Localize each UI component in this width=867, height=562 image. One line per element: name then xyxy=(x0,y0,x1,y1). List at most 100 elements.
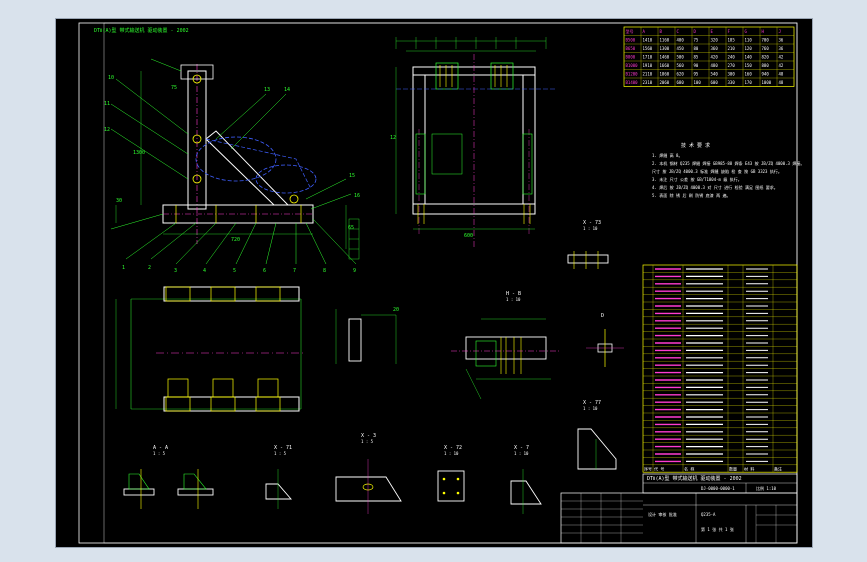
dim-20: 20 xyxy=(393,307,399,313)
param-table-cell: B1400 xyxy=(626,80,639,85)
balloon-6: 6 xyxy=(263,268,266,274)
param-table-cell: 95 xyxy=(694,72,699,77)
parameter-table: 型号 A B C D E F G H J B500 1410 1160 400 75 320 185 110 700… xyxy=(623,26,795,87)
param-table-cell: 240 xyxy=(728,55,736,60)
param-table-cell: B650 xyxy=(626,46,636,51)
cad-drawing: DTⅡ(A)型 带式输送机 驱动装置 - 2002 1300 720 30 65… xyxy=(78,22,804,544)
param-table-cell: B500 xyxy=(626,38,636,43)
param-table-cell: 1860 xyxy=(660,72,670,77)
param-table-header-cell: A xyxy=(643,29,646,34)
outer-frame xyxy=(78,22,798,544)
param-table-cell: 75 xyxy=(694,38,699,43)
section-x71: X - 71 1 : 5 xyxy=(265,445,292,509)
param-table-cell: 160 xyxy=(745,72,753,77)
dim-1300: 1300 xyxy=(133,150,145,156)
param-table-cell: 140 xyxy=(745,55,753,60)
param-table-cell: 620 xyxy=(677,72,685,77)
param-table-cell: 1460 xyxy=(660,55,670,60)
param-table-header-cell: C xyxy=(677,29,680,34)
param-table-header-cell: J xyxy=(779,29,781,34)
param-table-cell: 80 xyxy=(694,46,699,51)
param-table-cell: 1000 xyxy=(762,80,772,85)
param-table-cell: 1560 xyxy=(643,46,653,51)
parts-list-header-cell: 代 号 xyxy=(654,465,664,471)
dim-12: 12 xyxy=(390,135,396,141)
title-block-scale: 比例 1:10 xyxy=(756,485,777,491)
balloon-12: 12 xyxy=(104,127,110,133)
param-table-cell: 210 xyxy=(728,46,736,51)
balloon-8: 8 xyxy=(323,268,326,274)
parts-list-header-cell: 备注 xyxy=(774,465,782,471)
param-table-cell: 320 xyxy=(711,38,719,43)
section-x71-scale: 1 : 5 xyxy=(274,451,287,456)
param-table-cell: 360 xyxy=(711,46,719,51)
balloon-2: 2 xyxy=(148,265,151,271)
param-table-cell: 820 xyxy=(762,55,770,60)
param-table-cell: 500 xyxy=(677,55,685,60)
balloon-11: 11 xyxy=(104,101,110,107)
param-table-cell: 36 xyxy=(779,38,784,43)
param-table-cell: 420 xyxy=(711,55,719,60)
param-table-header-cell: E xyxy=(711,29,714,34)
section-aa: A - A 1 : 5 xyxy=(123,445,214,509)
cad-viewport[interactable]: DTⅡ(A)型 带式输送机 驱动装置 - 2002 1300 720 30 65… xyxy=(55,18,813,548)
param-table-cell: 42 xyxy=(779,55,784,60)
parts-list-header-cell: 数量 xyxy=(729,465,737,471)
balloon-3: 3 xyxy=(174,268,177,274)
param-table-cell: 36 xyxy=(779,46,784,51)
param-table-cell: 400 xyxy=(677,38,685,43)
param-table-cell: 85 xyxy=(694,55,699,60)
param-table-cell: 700 xyxy=(762,38,770,43)
param-table-cell: 2060 xyxy=(660,80,670,85)
param-table-cell: 120 xyxy=(745,46,753,51)
param-table-cell: 540 xyxy=(711,72,719,77)
tech-note-line-5: 4. 焊后 按 JB/ZQ 4000.3 对 尺寸 进行 检验 满足 图纸 要求… xyxy=(652,184,778,190)
front-view: 600 12 xyxy=(390,37,556,249)
param-table-header-cell: H xyxy=(762,29,765,34)
param-table-cell: 450 xyxy=(677,46,685,51)
parts-list-header-cell: 序号 xyxy=(644,465,652,471)
param-table-cell: 185 xyxy=(728,38,736,43)
param-table-cell: 90 xyxy=(694,63,699,68)
section-x3: X - 3 1 : 5 xyxy=(335,433,402,514)
param-table-cell: 110 xyxy=(745,38,753,43)
title-block-company: 设计 审核 批准 xyxy=(648,511,677,517)
param-table-header-cell: B xyxy=(660,29,663,34)
section-x7-scale: 1 : 10 xyxy=(514,451,529,456)
balloon-15: 15 xyxy=(349,173,355,179)
param-table-cell: 270 xyxy=(728,63,736,68)
title-block-main-title: DTⅡ(A)型 带式输送机 驱动装置 - 2002 xyxy=(647,475,742,482)
param-table-cell: 42 xyxy=(779,63,784,68)
tech-note-line-2: 2. 本机 钢材 Q235 焊缝 焊接 GB985-88 焊条 E43 按 JB… xyxy=(652,160,804,166)
param-table-cell: 100 xyxy=(694,80,702,85)
param-table-cell: 940 xyxy=(762,72,770,77)
balloon-13: 13 xyxy=(264,87,270,93)
param-table-cell: B1000 xyxy=(626,63,639,68)
param-table-cell: 880 xyxy=(762,63,770,68)
detail-d: D xyxy=(586,313,624,367)
param-table-cell: 300 xyxy=(728,72,736,77)
param-table-cell: 560 xyxy=(677,63,685,68)
param-table-cell: 600 xyxy=(711,80,719,85)
param-table-cell: 150 xyxy=(745,63,753,68)
param-table-cell: 1160 xyxy=(660,38,670,43)
param-table-header-cell: 型号 xyxy=(626,28,634,34)
section-x73-scale: 1 : 10 xyxy=(583,226,598,231)
parts-list-header-cell: 材 料 xyxy=(744,465,754,471)
param-table-cell: 330 xyxy=(728,80,736,85)
tech-note-line-6: 5. 表面 除 锈 后 刷 防锈 底漆 两 遍。 xyxy=(652,192,731,198)
param-table-cell: 480 xyxy=(711,63,719,68)
param-table-cell: 1710 xyxy=(643,55,653,60)
balloon-10: 10 xyxy=(108,75,114,81)
param-table-cell: 1910 xyxy=(643,63,653,68)
balloon-1: 1 xyxy=(122,265,125,271)
param-table-cell: 48 xyxy=(779,80,784,85)
detail-d-label: D xyxy=(601,313,604,319)
balloon-16: 16 xyxy=(354,193,360,199)
technical-requirements: 技 术 要 求 1. 焊缝 高 8。 2. 本机 钢材 Q235 焊缝 焊接 G… xyxy=(652,142,804,198)
param-table-cell: 1300 xyxy=(660,46,670,51)
section-x7: X - 7 1 : 10 xyxy=(510,445,542,514)
plan-view xyxy=(115,286,306,412)
title-block-sheet: 第 1 张 共 1 张 xyxy=(701,526,734,532)
section-x77-scale: 1 : 10 xyxy=(583,406,598,411)
